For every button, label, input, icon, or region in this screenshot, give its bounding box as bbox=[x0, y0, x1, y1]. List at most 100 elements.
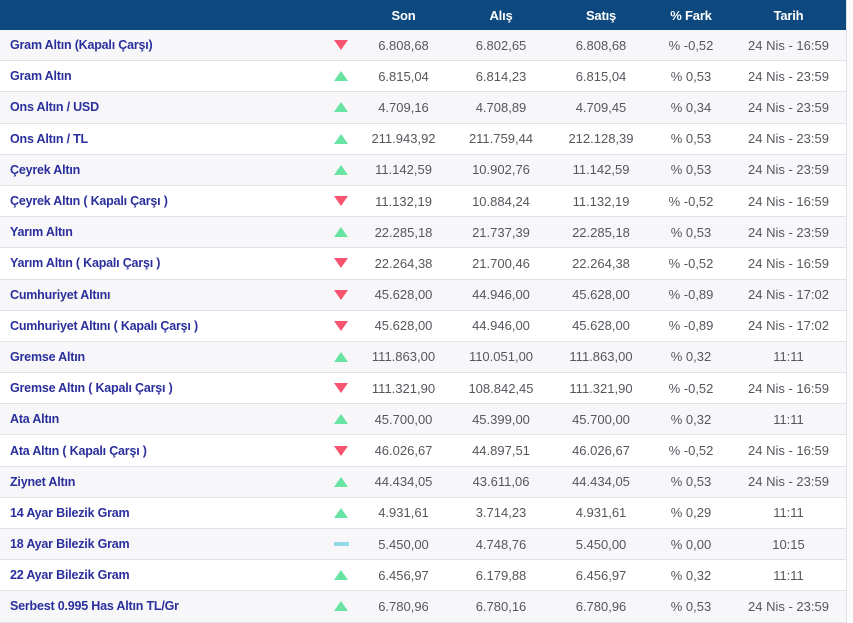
instrument-name-link[interactable]: Cumhuriyet Altını bbox=[0, 280, 326, 310]
instrument-name-link[interactable]: Ata Altın ( Kapalı Çarşı ) bbox=[0, 435, 326, 465]
table-row[interactable]: Ata Altın 45.700,00 45.399,00 45.700,00 % 0,… bbox=[0, 404, 846, 436]
table-row[interactable]: Ata Altın ( Kapalı Çarşı ) 46.026,67 44.89… bbox=[0, 435, 846, 467]
table-row[interactable]: Gram Altın (Kapalı Çarşı) 6.808,68 6.802,6… bbox=[0, 30, 846, 62]
instrument-name-link[interactable]: Gram Altın (Kapalı Çarşı) bbox=[0, 30, 326, 60]
table-row[interactable]: Ons Altın / USD 4.709,16 4.708,89 4.709,45%… bbox=[0, 92, 846, 124]
percent-change: % 0,00 bbox=[670, 536, 712, 552]
last-price: 11.132,19 bbox=[375, 193, 432, 209]
table-row[interactable]: Ons Altın / TL 211.943,92 211.759,44 212.12… bbox=[0, 123, 846, 155]
percent-change: % -0,52 bbox=[668, 37, 714, 53]
down-arrow-icon bbox=[334, 258, 348, 269]
column-header-son: Son bbox=[391, 7, 416, 23]
table-row[interactable]: Yarım Altın ( Kapalı Çarşı ) 22.264,38 21.… bbox=[0, 248, 846, 280]
table-row[interactable]: Çeyrek Altın 11.142,59 10.902,76 11.142,59%… bbox=[0, 154, 846, 186]
instrument-name-link[interactable]: 22 Ayar Bilezik Gram bbox=[0, 560, 326, 590]
up-arrow-icon bbox=[334, 414, 348, 425]
sell-price: 111.321,90 bbox=[569, 380, 633, 396]
buy-price: 6.814,23 bbox=[475, 68, 527, 84]
instrument-name-link[interactable]: Ons Altın / TL bbox=[0, 124, 326, 154]
instrument-name-link[interactable]: Yarım Altın bbox=[0, 217, 326, 247]
column-header-satis: Satış bbox=[585, 7, 617, 23]
column-header-fark: % Fark bbox=[670, 7, 712, 23]
buy-price: 6.780,16 bbox=[475, 598, 527, 614]
table-row[interactable]: Yarım Altın 22.285,18 21.737,39 22.285,18 % … bbox=[0, 217, 846, 249]
table-row[interactable]: Cumhuriyet Altını ( Kapalı Çarşı ) 45.628… bbox=[0, 310, 846, 342]
column-header-tarih: Tarih bbox=[773, 7, 804, 23]
instrument-name-link[interactable]: Ons Altın / USD bbox=[0, 92, 326, 122]
table-row[interactable]: Çeyrek Altın ( Kapalı Çarşı ) 11.132,19 10… bbox=[0, 185, 846, 218]
table-row[interactable]: 18 Ayar Bilezik Gram 5.450,00 4.748,76 5.45… bbox=[0, 529, 846, 561]
table-body: Gram Altın (Kapalı Çarşı) 6.808,68 6.802,6… bbox=[0, 30, 846, 623]
sell-price: 45.628,00 bbox=[572, 318, 630, 334]
sell-price: 45.628,00 bbox=[572, 287, 630, 303]
down-arrow-icon bbox=[334, 445, 348, 456]
last-price: 6.780,96 bbox=[378, 598, 429, 614]
down-arrow-icon bbox=[334, 383, 348, 394]
instrument-name-link[interactable]: Gremse Altın bbox=[0, 342, 326, 372]
up-arrow-icon bbox=[334, 71, 348, 82]
percent-change: % 0,32 bbox=[670, 567, 712, 583]
buy-price: 21.700,46 bbox=[472, 255, 530, 271]
percent-change: % -0,52 bbox=[668, 380, 714, 396]
flat-dash-icon bbox=[333, 542, 349, 547]
table-row[interactable]: Serbest 0.995 Has Altın TL/Gr 6.780,96 6.7… bbox=[0, 591, 846, 623]
timestamp: 10:15 bbox=[772, 536, 805, 552]
last-price: 6.808,68 bbox=[378, 37, 429, 53]
last-price: 45.628,00 bbox=[374, 318, 433, 334]
table-row[interactable]: Gremse Altın 111.863,00 110.051,00 111.863,… bbox=[0, 341, 846, 374]
timestamp: 24 Nis - 23:59 bbox=[748, 224, 829, 240]
buy-price: 43.611,06 bbox=[472, 474, 530, 490]
instrument-name-link[interactable]: Ziynet Altın bbox=[0, 467, 326, 497]
table-row[interactable]: Gram Altın 6.815,04 6.814,23 6.815,04 % 0,53… bbox=[0, 61, 846, 93]
table-row[interactable]: Cumhuriyet Altını 45.628,00 44.946,00 45.62… bbox=[0, 279, 846, 311]
instrument-name-link[interactable]: 18 Ayar Bilezik Gram bbox=[0, 529, 326, 559]
up-arrow-icon bbox=[334, 570, 348, 581]
direction-cell bbox=[326, 124, 356, 154]
down-arrow-icon bbox=[334, 289, 348, 300]
sell-price: 4.931,61 bbox=[575, 505, 627, 521]
direction-cell bbox=[326, 248, 356, 278]
table-row[interactable]: 14 Ayar Bilezik Gram 4.931,61 3.714,23 4.93… bbox=[0, 497, 846, 529]
last-price: 6.456,97 bbox=[378, 567, 429, 583]
percent-change: % 0,53 bbox=[670, 224, 712, 240]
last-price: 111.321,90 bbox=[371, 380, 436, 396]
table-row[interactable]: Ziynet Altın 44.434,05 43.611,06 44.434,05%… bbox=[0, 466, 846, 498]
buy-price: 4.748,76 bbox=[475, 536, 527, 552]
timestamp: 24 Nis - 23:59 bbox=[748, 474, 829, 490]
up-arrow-icon bbox=[334, 164, 348, 175]
up-arrow-icon bbox=[334, 507, 348, 518]
instrument-name-link[interactable]: 14 Ayar Bilezik Gram bbox=[0, 498, 326, 528]
instrument-name-link[interactable]: Serbest 0.995 Has Altın TL/Gr bbox=[0, 591, 326, 621]
timestamp: 24 Nis - 16:59 bbox=[748, 37, 829, 53]
instrument-name-link[interactable]: Ata Altın bbox=[0, 404, 326, 434]
buy-price: 211.759,44 bbox=[468, 131, 534, 147]
column-header-instrument bbox=[0, 0, 326, 30]
instrument-name-link[interactable]: Gram Altın bbox=[0, 61, 326, 91]
sell-price: 6.780,96 bbox=[575, 598, 627, 614]
last-price: 46.026,67 bbox=[374, 443, 433, 459]
percent-change: % -0,52 bbox=[668, 443, 714, 459]
sell-price: 6.456,97 bbox=[575, 567, 627, 583]
percent-change: % -0,89 bbox=[668, 287, 714, 303]
buy-price: 6.179,88 bbox=[475, 567, 527, 583]
table-row[interactable]: Gremse Altın ( Kapalı Çarşı ) 111.321,90 1… bbox=[0, 373, 846, 405]
direction-cell bbox=[326, 435, 356, 465]
instrument-name-link[interactable]: Cumhuriyet Altını ( Kapalı Çarşı ) bbox=[0, 311, 326, 341]
instrument-name-link[interactable]: Gremse Altın ( Kapalı Çarşı ) bbox=[0, 373, 326, 403]
timestamp: 11:11 bbox=[773, 567, 804, 583]
instrument-name-link[interactable]: Çeyrek Altın ( Kapalı Çarşı ) bbox=[0, 186, 326, 216]
sell-price: 46.026,67 bbox=[572, 443, 630, 459]
table-row[interactable]: 22 Ayar Bilezik Gram 6.456,97 6.179,88 6.45… bbox=[0, 560, 846, 592]
direction-cell bbox=[326, 186, 356, 216]
direction-cell bbox=[326, 404, 356, 434]
direction-cell bbox=[326, 467, 356, 497]
sell-price: 4.709,45 bbox=[575, 99, 627, 115]
column-header-direction bbox=[326, 0, 356, 30]
instrument-name-link[interactable]: Çeyrek Altın bbox=[0, 155, 326, 185]
up-arrow-icon bbox=[334, 351, 348, 362]
timestamp: 11:11 bbox=[773, 349, 804, 365]
instrument-name-link[interactable]: Yarım Altın ( Kapalı Çarşı ) bbox=[0, 248, 326, 278]
sell-price: 11.142,59 bbox=[572, 162, 630, 178]
direction-cell bbox=[326, 155, 356, 185]
percent-change: % 0,34 bbox=[670, 99, 712, 115]
